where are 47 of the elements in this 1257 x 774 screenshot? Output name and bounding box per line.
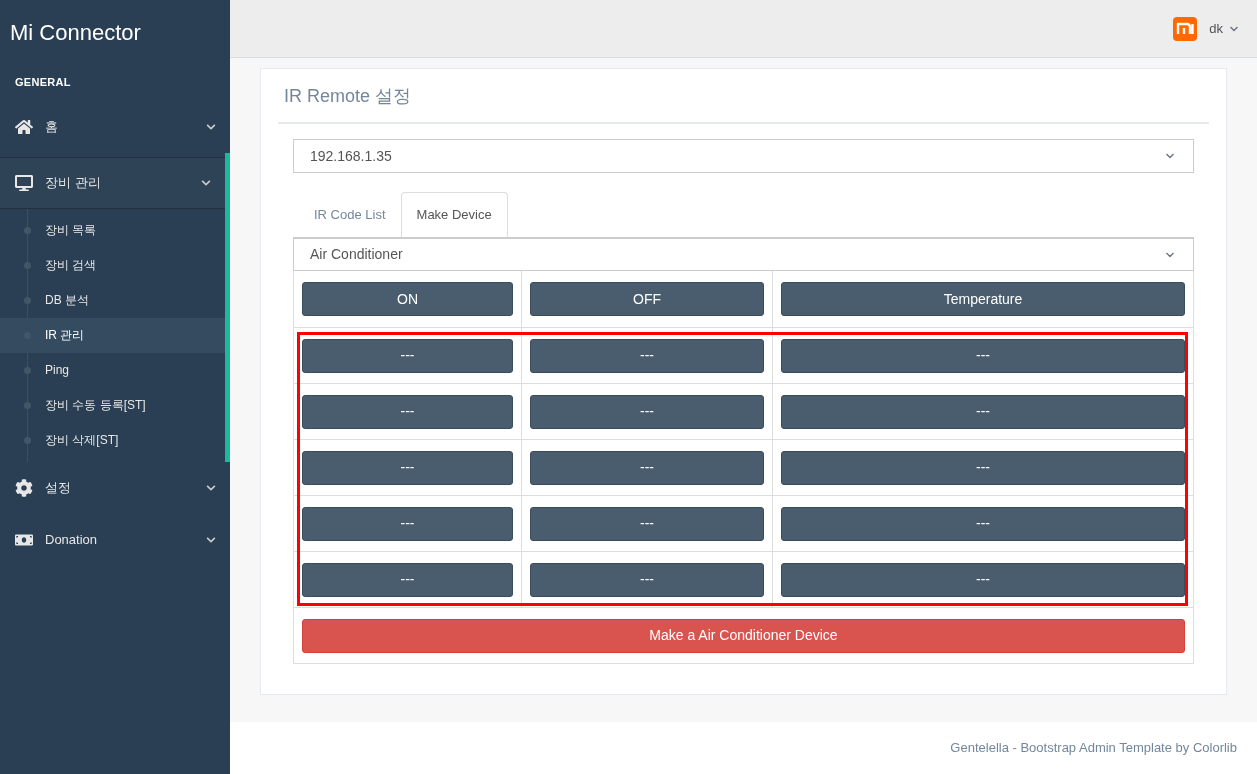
ir-button[interactable]: --- xyxy=(302,450,513,485)
home-icon xyxy=(15,117,33,136)
submenu-item[interactable]: IR 관리 xyxy=(0,317,225,353)
logo-icon xyxy=(1173,16,1198,41)
chevron-icon xyxy=(206,121,216,132)
footer-text: Gentelella - Bootstrap Admin Template by Colorlib xyxy=(950,739,1237,758)
ir-button[interactable]: --- xyxy=(530,562,764,597)
ir-button[interactable]: --- xyxy=(781,562,1185,597)
monitor-icon xyxy=(15,173,33,192)
ir-button[interactable]: --- xyxy=(781,450,1185,485)
submenu-item[interactable]: 장비 수동 등록[ST] xyxy=(0,387,225,423)
device-select[interactable]: 192.168.1.35 xyxy=(293,139,1194,173)
ir-button[interactable]: --- xyxy=(781,394,1185,429)
type-select[interactable]: Air Conditioner xyxy=(293,237,1194,271)
ir-button[interactable]: --- xyxy=(781,338,1185,373)
submenu-item[interactable]: 장비 삭제[ST] xyxy=(0,422,225,458)
submenu-item[interactable]: Ping xyxy=(0,352,225,388)
settings-icon xyxy=(15,478,33,497)
ir-button[interactable]: Temperature xyxy=(781,282,1185,316)
tab[interactable]: IR Code List xyxy=(299,192,401,237)
nav-item[interactable]: 장비 관리 xyxy=(0,156,225,209)
ir-button[interactable]: --- xyxy=(530,450,764,485)
ir-button[interactable]: OFF xyxy=(530,282,764,316)
ir-button[interactable]: --- xyxy=(302,394,513,429)
ir-button[interactable]: --- xyxy=(302,338,513,373)
submenu-item[interactable]: 장비 목록 xyxy=(0,212,225,248)
ir-button[interactable]: --- xyxy=(530,394,764,429)
ir-button[interactable]: --- xyxy=(302,506,513,541)
nav-item[interactable]: Donation xyxy=(0,513,230,566)
section-heading: GENERAL xyxy=(14,75,72,90)
submenu-item[interactable]: DB 분석 xyxy=(0,282,225,318)
ir-button[interactable]: --- xyxy=(530,338,764,373)
chevron-icon xyxy=(206,482,216,493)
ir-button[interactable]: --- xyxy=(781,506,1185,541)
chevron-icon xyxy=(201,177,211,188)
submenu-item[interactable]: 장비 검색 xyxy=(0,247,225,283)
app-title: Mi Connector xyxy=(9,19,142,47)
ir-button[interactable]: ON xyxy=(302,282,513,316)
tab[interactable]: Make Device xyxy=(400,192,508,237)
make-device-button[interactable]: Make a Air Conditioner Device xyxy=(302,618,1185,653)
nav-item[interactable]: 홈 xyxy=(0,100,230,153)
panel-title: IR Remote 설정 xyxy=(278,69,1209,124)
user-menu[interactable]: dk xyxy=(1209,18,1241,39)
ir-button[interactable]: --- xyxy=(530,506,764,541)
ir-button[interactable]: --- xyxy=(302,562,513,597)
nav-item[interactable]: 설정 xyxy=(0,461,230,514)
chevron-icon xyxy=(206,534,216,545)
